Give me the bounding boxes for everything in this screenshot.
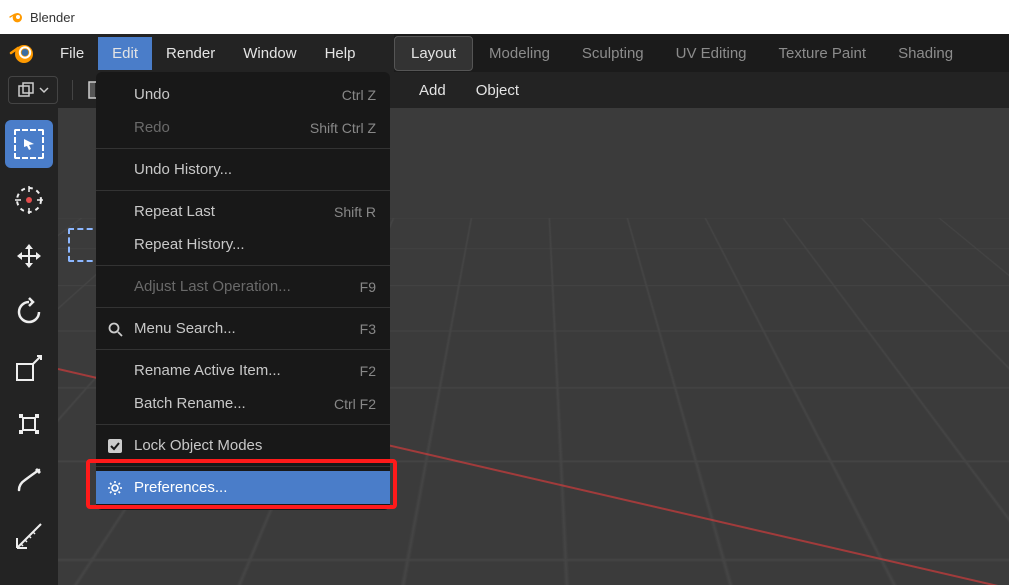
shortcut-label: Ctrl F2 [334,396,376,412]
menu-item-batch-rename[interactable]: Batch Rename... Ctrl F2 [96,387,390,420]
box-select-icon [14,129,44,159]
scale-icon [13,352,45,384]
menu-add[interactable]: Add [411,78,454,103]
menu-item-rename-active[interactable]: Rename Active Item... F2 [96,354,390,387]
menu-item-repeat-last[interactable]: Repeat Last Shift R [96,195,390,228]
rotate-icon [13,296,45,328]
annotate-icon [13,464,45,496]
shortcut-label: Ctrl Z [342,87,376,103]
menu-window[interactable]: Window [229,37,310,70]
tool-rotate[interactable] [5,288,53,336]
menu-item-menu-search[interactable]: Menu Search... F3 [96,312,390,345]
menu-item-label: Repeat Last [134,203,215,220]
menu-separator [96,424,390,425]
search-icon [106,320,124,338]
tab-layout[interactable]: Layout [394,36,473,71]
tool-move[interactable] [5,232,53,280]
menu-file[interactable]: File [46,37,98,70]
menu-item-label: Repeat History... [134,236,245,253]
blender-app-icon[interactable] [8,39,36,67]
toolbar [0,108,58,585]
menu-object[interactable]: Object [468,78,527,103]
tab-uv-editing[interactable]: UV Editing [660,37,763,70]
transform-icon [13,408,45,440]
shortcut-label: F3 [360,321,376,337]
menu-separator [96,265,390,266]
menu-item-adjust-last-op[interactable]: Adjust Last Operation... F9 [96,270,390,303]
menu-item-repeat-history[interactable]: Repeat History... [96,228,390,261]
object-mode-icon [17,81,35,99]
os-title-bar: Blender [0,0,1009,34]
menu-item-label: Adjust Last Operation... [134,278,291,295]
cursor-3d-icon [13,184,45,216]
tab-texture-paint[interactable]: Texture Paint [763,37,883,70]
tool-measure[interactable] [5,512,53,560]
mode-dropdown[interactable] [8,76,58,104]
edit-menu-dropdown: Undo Ctrl Z Redo Shift Ctrl Z Undo Histo… [96,72,390,510]
workspace-tabs: Layout Modeling Sculpting UV Editing Tex… [394,34,1009,72]
menu-item-redo[interactable]: Redo Shift Ctrl Z [96,111,390,144]
menu-separator [96,307,390,308]
menu-item-label: Rename Active Item... [134,362,281,379]
os-window-title: Blender [30,10,75,25]
menu-item-label: Redo [134,119,170,136]
menu-item-label: Batch Rename... [134,395,246,412]
tool-cursor[interactable] [5,176,53,224]
tab-modeling[interactable]: Modeling [473,37,566,70]
menu-item-lock-object-modes[interactable]: Lock Object Modes [96,429,390,462]
menu-separator [96,466,390,467]
checkbox-checked-icon [106,437,124,455]
shortcut-label: Shift R [334,204,376,220]
shortcut-label: Shift Ctrl Z [310,120,376,136]
tool-scale[interactable] [5,344,53,392]
tab-sculpting[interactable]: Sculpting [566,37,660,70]
menu-item-undo-history[interactable]: Undo History... [96,153,390,186]
tool-annotate[interactable] [5,456,53,504]
menu-render[interactable]: Render [152,37,229,70]
menu-item-undo[interactable]: Undo Ctrl Z [96,78,390,111]
shortcut-label: F9 [360,279,376,295]
tab-shading[interactable]: Shading [882,37,969,70]
menu-item-preferences[interactable]: Preferences... [96,471,390,504]
tool-select-box[interactable] [5,120,53,168]
separator [72,80,73,100]
menu-separator [96,349,390,350]
chevron-down-icon [39,85,49,95]
menu-separator [96,148,390,149]
shortcut-label: F2 [360,363,376,379]
menu-edit[interactable]: Edit [98,37,152,70]
menu-item-label: Undo History... [134,161,232,178]
menu-item-label: Preferences... [134,479,227,496]
menu-help[interactable]: Help [311,37,370,70]
measure-icon [13,520,45,552]
blender-logo-icon [8,9,24,25]
menu-item-label: Menu Search... [134,320,236,337]
menu-separator [96,190,390,191]
menu-item-label: Undo [134,86,170,103]
gear-icon [106,479,124,497]
move-icon [13,240,45,272]
tool-transform[interactable] [5,400,53,448]
menu-item-label: Lock Object Modes [134,437,262,454]
